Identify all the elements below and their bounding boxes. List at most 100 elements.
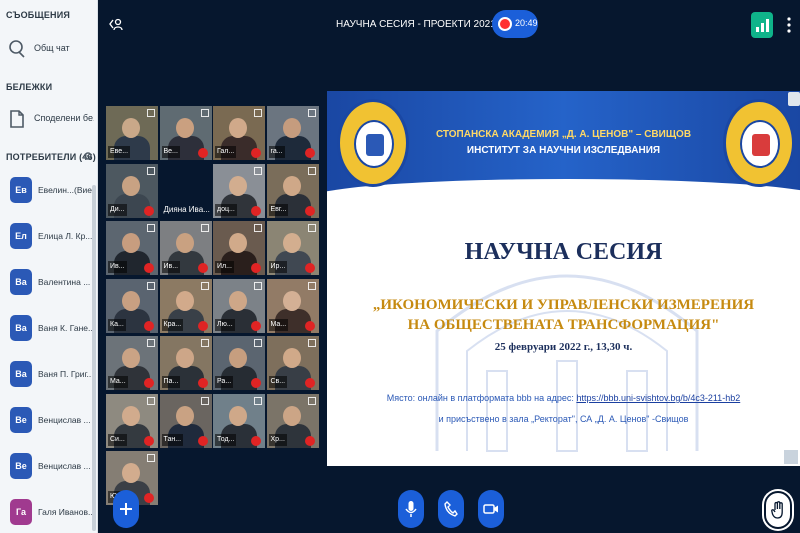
webcam-tile[interactable]: Ма... — [106, 336, 158, 390]
webcam-tile[interactable]: Хр... — [266, 393, 319, 448]
participant-face — [122, 405, 140, 426]
user-avatar: Ва — [10, 269, 32, 295]
webcam-name-label: Ир... — [268, 261, 288, 273]
options-menu-icon[interactable] — [786, 16, 792, 34]
user-list-item[interactable]: Ва Ваня К. Гане... — [0, 309, 96, 351]
slide-subtitle-line2: НА ОБЩЕСТВЕНАТА ТРАНСФОРМАЦИЯ" — [407, 317, 720, 333]
expand-icon[interactable] — [147, 339, 155, 347]
expand-icon[interactable] — [254, 224, 262, 232]
slide-place-prefix: Място: онлайн в платформата bbb на адрес… — [386, 393, 577, 403]
webcam-tile[interactable]: Кра... — [159, 278, 212, 333]
muted-mic-icon — [251, 263, 261, 273]
webcam-tile[interactable]: Св... — [266, 336, 319, 390]
user-list-item[interactable]: Ел Елица Л. Кр... — [0, 217, 96, 259]
webcam-tile[interactable]: доц... — [213, 163, 265, 218]
webcam-tile[interactable]: Лю... — [213, 278, 265, 333]
webcam-tile[interactable]: Евг... — [266, 163, 319, 218]
webcam-name-label: Ив... — [108, 261, 127, 273]
meeting-link[interactable]: https://bbb.uni-svishtov.bg/b/4c3-211-hb… — [576, 393, 740, 403]
expand-icon[interactable] — [254, 339, 262, 347]
notes-section-title: БЕЛЕЖКИ — [6, 82, 53, 92]
expand-icon[interactable] — [307, 109, 316, 117]
expand-icon[interactable] — [200, 281, 209, 290]
raise-hand-button[interactable] — [764, 491, 792, 529]
participant-face — [229, 405, 247, 426]
expand-icon[interactable] — [200, 224, 209, 232]
webcam-tile[interactable]: Ив... — [159, 221, 212, 275]
sidebar-scrollbar[interactable] — [92, 185, 96, 531]
recording-indicator[interactable]: 20:49 — [492, 10, 538, 38]
webcam-tile[interactable]: Ил... — [213, 221, 265, 275]
muted-mic-icon — [144, 205, 154, 216]
toggle-userlist-icon[interactable] — [108, 16, 124, 32]
webcam-tile[interactable]: Ра... — [213, 336, 265, 390]
expand-icon[interactable] — [254, 281, 262, 290]
webcam-tile[interactable]: Ка... — [106, 278, 158, 333]
user-list-item[interactable]: Га Галя Иванов... — [0, 493, 96, 533]
expand-icon[interactable] — [254, 396, 262, 405]
messages-section-title: СЪОБЩЕНИЯ — [6, 10, 71, 20]
user-list-item[interactable]: Ев Евелин...(Вие) — [0, 171, 96, 213]
plus-icon — [120, 503, 132, 515]
gear-icon[interactable] — [83, 151, 93, 161]
sidebar: СЪОБЩЕНИЯ Общ чат БЕЛЕЖКИ Споделени бе..… — [0, 0, 98, 533]
user-list-item[interactable]: Ве Венцислав ... — [0, 401, 96, 443]
connection-status-button[interactable] — [751, 12, 773, 38]
expand-icon[interactable] — [147, 109, 155, 117]
actions-plus-button[interactable] — [113, 490, 139, 528]
user-avatar: Ев — [10, 177, 32, 203]
webcam-tile[interactable]: Ир... — [266, 221, 319, 275]
expand-icon[interactable] — [200, 109, 209, 117]
public-chat-item[interactable]: Общ чат — [0, 34, 97, 64]
fullscreen-icon[interactable] — [784, 450, 798, 464]
expand-icon[interactable] — [307, 166, 316, 175]
muted-mic-icon — [197, 378, 208, 388]
expand-icon[interactable] — [254, 166, 262, 175]
user-list-item[interactable]: Ве Венцислав ... — [0, 447, 96, 489]
muted-mic-icon — [197, 263, 208, 273]
webcam-tile[interactable]: Ив... — [106, 221, 158, 275]
microphone-button[interactable] — [398, 490, 424, 528]
expand-icon[interactable] — [147, 166, 155, 175]
expand-icon[interactable] — [307, 339, 316, 347]
expand-icon[interactable] — [200, 396, 209, 405]
webcam-tile[interactable]: Ве... — [159, 106, 212, 160]
webcam-tile[interactable]: Еве... — [106, 106, 158, 160]
webcam-name-label: Ка... — [108, 318, 126, 331]
webcam-tile[interactable]: Си... — [106, 393, 158, 448]
expand-icon[interactable] — [307, 281, 316, 290]
webcam-tile[interactable]: Ди... — [106, 163, 158, 218]
webcam-name-label: Еве... — [108, 146, 131, 158]
audio-phone-button[interactable] — [438, 490, 464, 528]
participant-face — [282, 175, 301, 196]
expand-icon[interactable] — [147, 454, 155, 462]
presentation-options-icon[interactable] — [788, 92, 800, 106]
webcam-tile[interactable]: Ма... — [266, 278, 319, 333]
expand-icon[interactable] — [200, 339, 209, 347]
expand-icon[interactable] — [147, 281, 155, 290]
user-avatar: Ве — [10, 407, 32, 433]
microphone-icon — [405, 501, 417, 517]
slide-date: 25 февруари 2022 г., 13,30 ч. — [494, 341, 633, 353]
signal-bars-icon — [756, 19, 769, 32]
expand-icon[interactable] — [147, 224, 155, 232]
participant-face — [175, 290, 194, 311]
expand-icon[interactable] — [254, 109, 262, 117]
camera-button[interactable] — [478, 490, 504, 528]
shared-notes-item[interactable]: Споделени бе... — [0, 104, 97, 134]
webcam-tile[interactable]: ra... — [266, 106, 319, 160]
expand-icon[interactable] — [307, 396, 316, 405]
user-list-item[interactable]: Ва Валентина ... — [0, 263, 96, 305]
webcam-tile[interactable]: Тан... — [159, 393, 212, 448]
expand-icon[interactable] — [307, 224, 316, 232]
webcam-tile[interactable]: Дияна Ива... — [159, 163, 212, 218]
expand-icon[interactable] — [147, 396, 155, 405]
academy-logo-right — [723, 99, 795, 187]
user-name: Ваня П. Григ... — [38, 369, 94, 379]
webcam-tile[interactable]: Тод... — [213, 393, 265, 448]
webcam-grid: Еве... Ве... Гал... ra... Ди... Дияна Ива... д… — [106, 106, 320, 505]
shared-notes-label: Споделени бе... — [34, 113, 94, 123]
user-list-item[interactable]: Ва Ваня П. Григ... — [0, 355, 96, 397]
webcam-tile[interactable]: Па... — [159, 336, 212, 390]
webcam-tile[interactable]: Гал... — [213, 106, 265, 160]
